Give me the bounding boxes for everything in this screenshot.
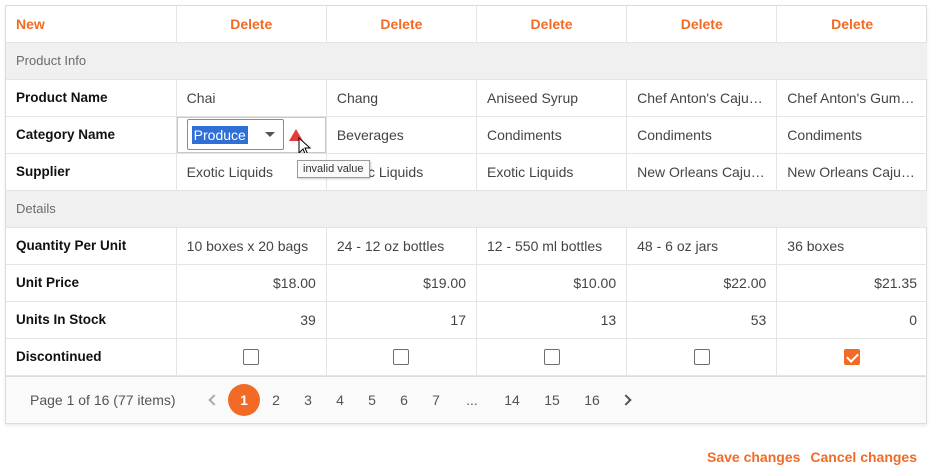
page-number[interactable]: 7 (420, 384, 452, 416)
row-discontinued: Discontinued (6, 337, 927, 376)
cell-product-name[interactable]: Aniseed Syrup (475, 78, 628, 117)
discontinued-checkbox[interactable] (693, 349, 710, 366)
page-list: 1 2 3 4 5 6 7... 14 15 16 (228, 384, 612, 416)
cell-category-name[interactable]: Beverages (325, 115, 477, 154)
row-label: Quantity Per Unit (6, 226, 177, 265)
cell-discontinued (776, 337, 927, 376)
page-number[interactable]: 4 (324, 384, 356, 416)
group-title: Details (6, 189, 927, 228)
row-label: Product Name (6, 78, 177, 117)
save-changes-link[interactable]: Save changes (707, 449, 800, 465)
group-title: Product Info (6, 41, 927, 80)
cell-unit-price[interactable]: $10.00 (475, 263, 628, 302)
cell-category-editor[interactable]: Produce (175, 115, 327, 154)
category-dropdown[interactable]: Produce (186, 119, 284, 150)
row-label: Unit Price (6, 263, 177, 302)
prev-page-button[interactable] (200, 384, 228, 416)
cell-supplier[interactable]: New Orleans Cajun Delights (626, 152, 778, 191)
cell-product-name[interactable]: Chai (175, 78, 327, 117)
delete-button[interactable]: Delete (626, 6, 778, 43)
discontinued-checkbox[interactable] (844, 349, 861, 366)
group-row-product-info: Product Info (6, 41, 927, 80)
grid-header-row: New Delete Delete Delete Delete Delete (6, 6, 927, 43)
cell-units-in-stock[interactable]: 53 (626, 300, 778, 339)
cell-unit-price[interactable]: $21.35 (776, 263, 927, 302)
group-row-details: Details (6, 189, 927, 228)
discontinued-checkbox[interactable] (243, 349, 260, 366)
cell-product-name[interactable]: Chef Anton's Cajun Seasoning (626, 78, 778, 117)
vertical-grid: New Delete Delete Delete Delete Delete P… (5, 5, 927, 424)
page-number[interactable]: 2 (260, 384, 292, 416)
row-label: Discontinued (6, 337, 177, 376)
validation-tooltip: invalid value (297, 160, 370, 178)
page-number[interactable]: 5 (356, 384, 388, 416)
chevron-right-icon (620, 394, 632, 406)
cell-quantity[interactable]: 12 - 550 ml bottles (475, 226, 628, 265)
cell-discontinued (475, 337, 628, 376)
page-number[interactable]: 14 (492, 384, 532, 416)
next-page-button[interactable] (612, 384, 640, 416)
cell-quantity[interactable]: 36 boxes (776, 226, 927, 265)
cell-quantity[interactable]: 24 - 12 oz bottles (325, 226, 477, 265)
cell-units-in-stock[interactable]: 0 (776, 300, 927, 339)
cell-product-name[interactable]: Chang (325, 78, 477, 117)
cell-unit-price[interactable]: $19.00 (325, 263, 477, 302)
discontinued-checkbox[interactable] (393, 349, 410, 366)
cell-discontinued (325, 337, 477, 376)
chevron-left-icon (208, 394, 220, 406)
cell-discontinued (175, 337, 327, 376)
row-label: Units In Stock (6, 300, 177, 339)
cell-quantity[interactable]: 10 boxes x 20 bags (175, 226, 327, 265)
pager: Page 1 of 16 (77 items) 1 2 3 4 5 6 7... 14 15 16 (6, 376, 926, 423)
page-number[interactable]: 15 (532, 384, 572, 416)
cell-supplier[interactable]: New Orleans Cajun Delights (776, 152, 927, 191)
page-number[interactable]: 6 (388, 384, 420, 416)
new-button[interactable]: New (6, 6, 177, 43)
page-number[interactable]: 1 (228, 384, 260, 416)
page-ellipsis[interactable]: ... (452, 384, 492, 416)
delete-button[interactable]: Delete (475, 6, 628, 43)
row-units-in-stock: Units In Stock 39 17 13 53 0 (6, 300, 927, 339)
delete-button[interactable]: Delete (325, 6, 477, 43)
page-number[interactable]: 16 (572, 384, 612, 416)
page-number[interactable]: 3 (292, 384, 324, 416)
cell-product-name[interactable]: Chef Anton's Gumbo Mix (776, 78, 927, 117)
discontinued-checkbox[interactable] (543, 349, 560, 366)
row-unit-price: Unit Price $18.00 $19.00 $10.00 $22.00 $… (6, 263, 927, 302)
cell-quantity[interactable]: 48 - 6 oz jars (626, 226, 778, 265)
cell-category-name[interactable]: Condiments (626, 115, 778, 154)
edit-actions: Save changes Cancel changes (707, 449, 917, 465)
delete-button[interactable]: Delete (175, 6, 327, 43)
chevron-down-icon[interactable] (264, 132, 275, 137)
cell-units-in-stock[interactable]: 17 (325, 300, 477, 339)
category-dropdown-value[interactable]: Produce (191, 125, 248, 144)
cell-category-name[interactable]: Condiments (475, 115, 628, 154)
cell-supplier[interactable]: Exotic Liquids (475, 152, 628, 191)
cell-unit-price[interactable]: $18.00 (175, 263, 327, 302)
row-category-name: Category Name Produce Beverages Condimen… (6, 115, 927, 154)
cell-unit-price[interactable]: $22.00 (626, 263, 778, 302)
product-grid-table: New Delete Delete Delete Delete Delete P… (6, 6, 927, 376)
cell-units-in-stock[interactable]: 39 (175, 300, 327, 339)
delete-button[interactable]: Delete (776, 6, 927, 43)
row-supplier: Supplier Exotic Liquids Exotic Liquids E… (6, 152, 927, 191)
row-label: Supplier (6, 152, 177, 191)
cell-units-in-stock[interactable]: 13 (475, 300, 628, 339)
row-quantity-per-unit: Quantity Per Unit 10 boxes x 20 bags 24 … (6, 226, 927, 265)
cell-category-name[interactable]: Condiments (776, 115, 927, 154)
row-product-name: Product Name Chai Chang Aniseed Syrup Ch… (6, 78, 927, 117)
pager-info: Page 1 of 16 (77 items) (30, 392, 176, 408)
row-label: Category Name (6, 115, 177, 154)
cancel-changes-link[interactable]: Cancel changes (810, 449, 917, 465)
mouse-cursor-icon (298, 136, 311, 152)
cell-discontinued (626, 337, 778, 376)
